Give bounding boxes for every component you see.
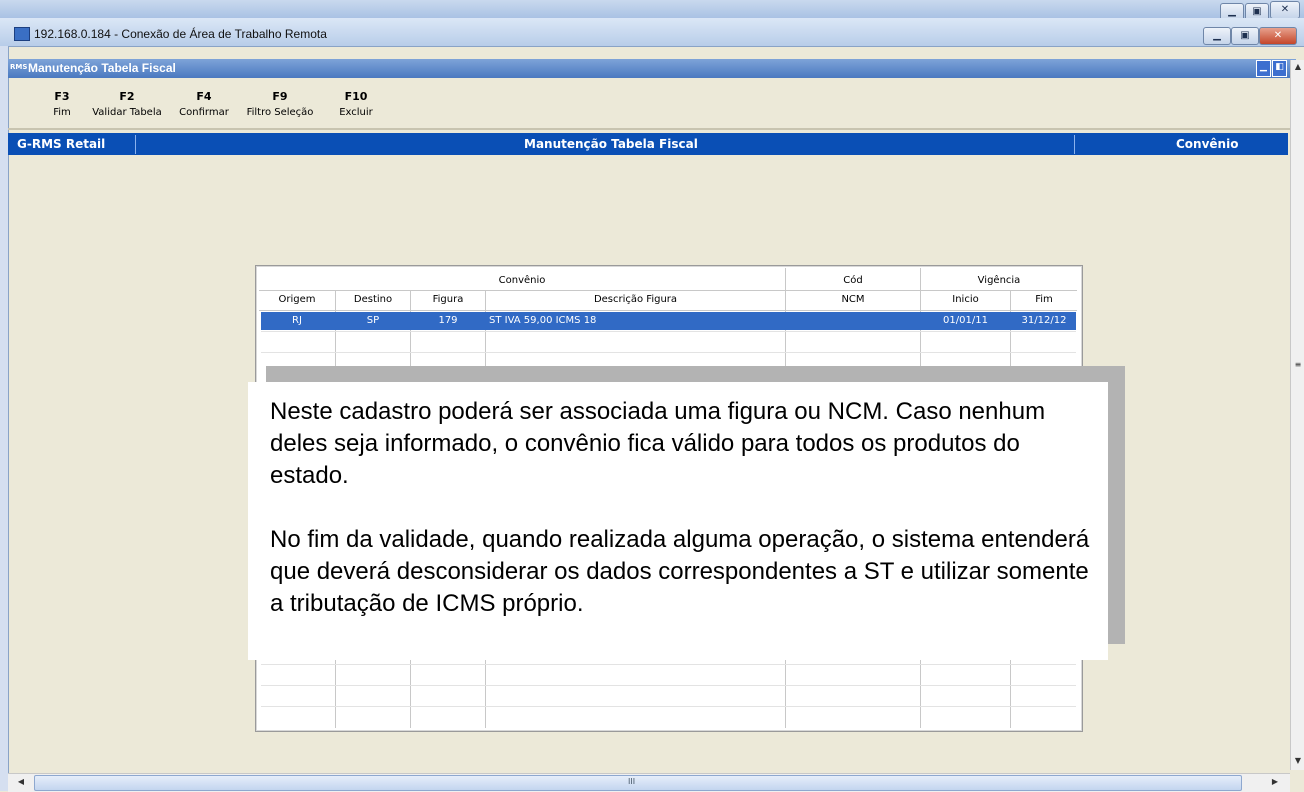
- column-header-descricao-figura[interactable]: Descrição Figura: [486, 294, 785, 305]
- cell-destino[interactable]: SP: [336, 315, 410, 326]
- help-callout: Neste cadastro poderá ser associada uma …: [248, 382, 1108, 660]
- app-title: Manutenção Tabela Fiscal: [28, 61, 176, 75]
- header-divider: [1074, 135, 1077, 154]
- fkey-label: F3: [54, 90, 70, 103]
- column-header-fim[interactable]: Fim: [1011, 294, 1077, 305]
- cell-descricao-figura[interactable]: ST IVA 59,00 ICMS 18: [489, 315, 784, 326]
- column-header-figura[interactable]: Figura: [411, 294, 485, 305]
- header-divider: [135, 135, 138, 154]
- app-titlebar: [8, 59, 1296, 78]
- left-window-edge: [0, 46, 9, 791]
- outer-close-button[interactable]: ✕: [1270, 1, 1300, 19]
- table-row[interactable]: [261, 664, 1076, 665]
- table-row[interactable]: [261, 331, 1076, 332]
- app-minimize-button[interactable]: ▁: [1256, 60, 1271, 77]
- scroll-up-icon[interactable]: ▲: [1291, 60, 1304, 74]
- header-separator: [259, 310, 1077, 311]
- group-header-cod: Cód: [843, 275, 863, 286]
- column-header-origem[interactable]: Origem: [259, 294, 335, 305]
- app-restore-button[interactable]: ◧: [1272, 60, 1287, 77]
- scroll-grip-icon: ≡: [1294, 360, 1302, 369]
- column-header-inicio[interactable]: Inicio: [921, 294, 1010, 305]
- fkey-label: F2: [119, 90, 135, 103]
- cell-figura[interactable]: 179: [411, 315, 485, 326]
- header-separator: [259, 290, 1077, 291]
- group-header-vigencia: Vigência: [977, 275, 1021, 286]
- outer-window-titlebar: [0, 0, 1304, 18]
- rms-logo-icon: RMS: [10, 63, 28, 71]
- horizontal-scroll-thumb[interactable]: [34, 775, 1242, 791]
- fkey-caption: Excluir: [339, 107, 373, 118]
- header-context: Convênio: [1176, 137, 1239, 151]
- header-screen-title: Manutenção Tabela Fiscal: [524, 137, 698, 151]
- toolbar-button-fim[interactable]: F3 Fim: [50, 90, 74, 118]
- fkey-caption: Filtro Seleção: [246, 107, 314, 118]
- header-system-name: G-RMS Retail: [17, 137, 106, 151]
- rdp-connection-icon: [14, 27, 30, 41]
- fkey-caption: Validar Tabela: [92, 107, 162, 118]
- fkey-caption: Confirmar: [179, 107, 229, 118]
- group-header-convenio: Convênio: [498, 275, 546, 286]
- fkey-label: F10: [344, 90, 368, 103]
- table-row[interactable]: [261, 685, 1076, 686]
- cell-inicio[interactable]: 01/01/11: [921, 315, 1010, 326]
- cell-fim[interactable]: 31/12/12: [1011, 315, 1077, 326]
- toolbar-button-excluir[interactable]: F10 Excluir: [338, 90, 374, 118]
- rdp-close-button[interactable]: ✕: [1259, 27, 1297, 45]
- column-header-ncm[interactable]: NCM: [786, 294, 920, 305]
- fkey-caption: Fim: [53, 107, 71, 118]
- toolbar-button-filtro-selecao[interactable]: F9 Filtro Seleção: [244, 90, 316, 118]
- callout-paragraph-2: No fim da validade, quando realizada alg…: [270, 526, 1090, 617]
- scroll-right-icon[interactable]: ▶: [1268, 775, 1282, 789]
- rdp-title: 192.168.0.184 - Conexão de Área de Traba…: [34, 27, 327, 41]
- callout-paragraph-1: Neste cadastro poderá ser associada uma …: [270, 398, 1046, 489]
- rdp-minimize-button[interactable]: ▁: [1203, 27, 1231, 45]
- scroll-down-icon[interactable]: ▼: [1291, 754, 1304, 768]
- fkey-label: F9: [272, 90, 288, 103]
- table-row[interactable]: [261, 352, 1076, 353]
- rdp-restore-button[interactable]: ▣: [1231, 27, 1259, 45]
- toolbar-button-validar-tabela[interactable]: F2 Validar Tabela: [90, 90, 164, 118]
- vertical-scrollbar[interactable]: ▲ ≡ ▼: [1290, 60, 1304, 770]
- scroll-left-icon[interactable]: ◀: [14, 775, 28, 789]
- cell-origem[interactable]: RJ: [259, 315, 335, 326]
- column-header-destino[interactable]: Destino: [336, 294, 410, 305]
- scroll-thumb-grip: III: [628, 777, 636, 786]
- fkey-label: F4: [196, 90, 212, 103]
- toolbar-divider: [8, 128, 1290, 130]
- toolbar-button-confirmar[interactable]: F4 Confirmar: [176, 90, 232, 118]
- table-row[interactable]: [261, 706, 1076, 707]
